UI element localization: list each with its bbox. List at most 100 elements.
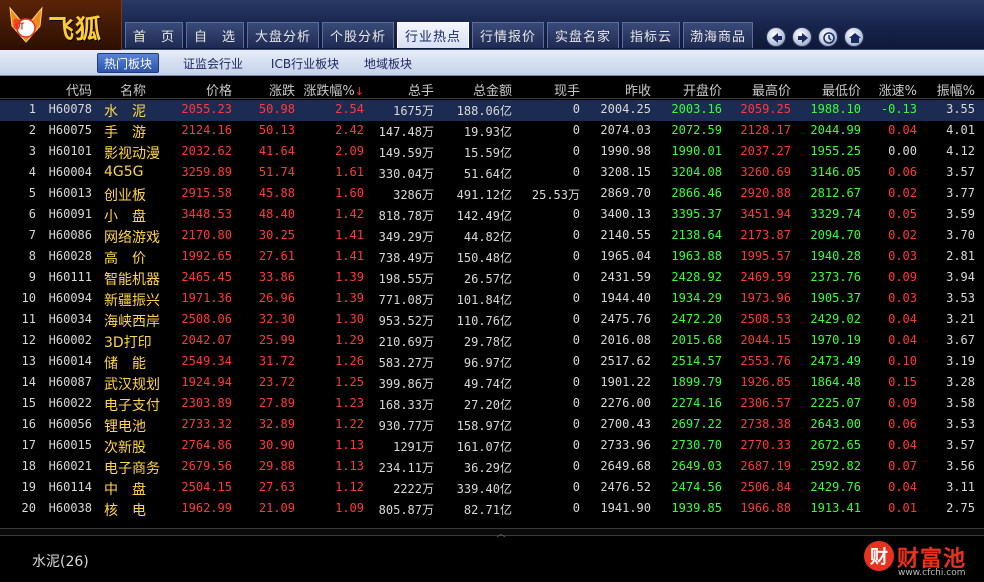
- column-header[interactable]: 涨速%: [879, 80, 917, 99]
- detail-panel: 水泥(26) 财 财富池 www.cfchi.com: [0, 537, 984, 582]
- cell-high: 2770.33: [740, 438, 791, 452]
- table-row[interactable]: 7 H60086 网络游戏 2170.80 30.25 1.41 349.29万 44.82亿…: [0, 226, 984, 247]
- nav-tab[interactable]: 首 页: [125, 22, 183, 48]
- cell-price: 2549.34: [181, 354, 232, 368]
- cell-cur: 0: [572, 312, 580, 326]
- column-header[interactable]: 昨收: [625, 80, 651, 99]
- column-header[interactable]: 代码: [66, 80, 92, 99]
- cell-amt: 15.59亿: [463, 146, 512, 160]
- table-row[interactable]: 17 H60015 次新股 2764.86 30.90 1.13 1291万 161.07亿 0…: [0, 436, 984, 457]
- column-header[interactable]: 名称: [120, 80, 146, 99]
- sub-tab[interactable]: 证监会行业: [174, 53, 252, 73]
- cell-price: 2504.15: [181, 480, 232, 494]
- cell-code: H60111: [48, 270, 92, 284]
- cell-pct: 1.25: [335, 375, 364, 389]
- table-row[interactable]: 5 H60013 创业板 2915.58 45.88 1.60 3286万 491.12亿 25…: [0, 184, 984, 205]
- nav-tab[interactable]: 实盘名家: [547, 22, 619, 48]
- cell-name: 影视动漫: [104, 146, 160, 162]
- cell-name: 网络游戏: [104, 230, 160, 246]
- table-row[interactable]: 4 H60004 4G5G 3259.89 51.74 1.61 330.04万 51.64亿…: [0, 163, 984, 184]
- column-header[interactable]: 总手: [408, 80, 434, 99]
- cell-chg: 51.74: [258, 165, 295, 179]
- cell-vol: 330.04万: [378, 167, 434, 181]
- cell-amt: 110.76亿: [456, 314, 512, 328]
- nav-tab[interactable]: 行情报价: [472, 22, 544, 48]
- table-row[interactable]: 10 H60094 新疆振兴 1971.36 26.96 1.39 771.08万 101.8…: [0, 289, 984, 310]
- nav-tab[interactable]: 指标云: [622, 22, 680, 48]
- table-row[interactable]: 15 H60022 电子支付 2303.89 27.89 1.23 168.33万 27.20…: [0, 394, 984, 415]
- cell-pct: 1.13: [335, 438, 364, 452]
- row-index: 4: [28, 165, 36, 179]
- cell-prev: 3400.13: [600, 207, 651, 221]
- cell-code: H60114: [48, 480, 92, 494]
- sub-tab[interactable]: 热门板块: [97, 53, 159, 73]
- table-row[interactable]: 11 H60034 海峡西岸 2508.06 32.30 1.30 953.52万 110.7…: [0, 310, 984, 331]
- cell-cur: 0: [572, 291, 580, 305]
- table-row[interactable]: 20 H60038 核 电 1962.99 21.09 1.09 805.87万 82.71亿…: [0, 499, 984, 520]
- cell-low: 1864.48: [810, 375, 861, 389]
- cell-amp: 2.75: [946, 501, 975, 515]
- column-header[interactable]: 涨跌幅%↓: [303, 80, 364, 99]
- column-header[interactable]: 最低价: [822, 80, 861, 99]
- cell-cur: 0: [572, 354, 580, 368]
- nav-tab[interactable]: 个股分析: [322, 22, 394, 48]
- table-row[interactable]: 8 H60028 高 价 1992.65 27.61 1.41 738.49万 150.48亿…: [0, 247, 984, 268]
- column-header[interactable]: 最高价: [752, 80, 791, 99]
- cell-high: 2469.59: [740, 270, 791, 284]
- cell-code: H60086: [48, 228, 92, 242]
- sub-tab[interactable]: 地域板块: [356, 53, 420, 73]
- cell-open: 2015.68: [671, 333, 722, 347]
- cell-speed: 0.06: [888, 417, 917, 431]
- panel-splitter[interactable]: ︿: [0, 528, 984, 540]
- cell-speed: 0.09: [888, 270, 917, 284]
- column-header[interactable]: 价格: [206, 80, 232, 99]
- table-row[interactable]: 9 H60111 智能机器 2465.45 33.86 1.39 198.55万 26.57亿…: [0, 268, 984, 289]
- column-header[interactable]: 振幅%: [937, 80, 975, 99]
- cell-cur: 0: [572, 459, 580, 473]
- cell-chg: 27.89: [258, 396, 295, 410]
- row-index: 19: [21, 480, 36, 494]
- cell-open: 3204.08: [671, 165, 722, 179]
- column-header[interactable]: 现手: [554, 80, 580, 99]
- cell-high: 3260.69: [740, 165, 791, 179]
- cell-high: 2506.84: [740, 480, 791, 494]
- table-row[interactable]: 16 H60056 锂电池 2733.32 32.89 1.22 930.77万 158.97…: [0, 415, 984, 436]
- column-header[interactable]: 涨跌: [269, 80, 295, 99]
- cell-chg: 21.09: [258, 501, 295, 515]
- row-index: 1: [28, 102, 36, 116]
- column-header[interactable]: 开盘价: [683, 80, 722, 99]
- sub-tab[interactable]: ICB行业板块: [262, 53, 348, 73]
- forward-button[interactable]: [792, 27, 812, 47]
- table-row[interactable]: 2 H60075 手 游 2124.16 50.13 2.42 147.48万 19.93亿 0…: [0, 121, 984, 142]
- back-button[interactable]: [766, 27, 786, 47]
- cell-amp: 3.57: [946, 165, 975, 179]
- history-button[interactable]: [818, 27, 838, 47]
- cell-amt: 339.40亿: [456, 482, 512, 496]
- table-row[interactable]: 3 H60101 影视动漫 2032.62 41.64 2.09 149.59万 15.59亿…: [0, 142, 984, 163]
- cell-low: 3146.05: [810, 165, 861, 179]
- table-row[interactable]: 14 H60087 武汉规划 1924.94 23.72 1.25 399.86万 49.74…: [0, 373, 984, 394]
- cell-code: H60056: [48, 417, 92, 431]
- cell-amp: 3.53: [946, 417, 975, 431]
- column-header[interactable]: 总金额: [473, 80, 512, 99]
- nav-tab[interactable]: 自 选: [186, 22, 244, 48]
- cell-prev: 2733.96: [600, 438, 651, 452]
- table-row[interactable]: 18 H60021 电子商务 2679.56 29.88 1.13 234.11万 36.29…: [0, 457, 984, 478]
- cell-open: 2274.16: [671, 396, 722, 410]
- cell-prev: 2016.08: [600, 333, 651, 347]
- cell-cur: 0: [572, 438, 580, 452]
- cell-open: 2428.92: [671, 270, 722, 284]
- nav-tab[interactable]: 行业热点: [397, 22, 469, 48]
- nav-tab[interactable]: 渤海商品: [683, 22, 753, 48]
- cell-pct: 1.09: [335, 501, 364, 515]
- nav-tab[interactable]: 大盘分析: [247, 22, 319, 48]
- home-button[interactable]: [844, 27, 864, 47]
- table-row[interactable]: 12 H60002 3D打印 2042.07 25.99 1.29 210.69万 29.78…: [0, 331, 984, 352]
- table-row[interactable]: 6 H60091 小 盘 3448.53 48.40 1.42 818.78万 142.49亿…: [0, 205, 984, 226]
- cell-high: 2059.25: [740, 102, 791, 116]
- table-row[interactable]: 1 H60078 水 泥 2055.23 50.98 2.54 1675万 188.06亿 0 2…: [0, 100, 984, 121]
- table-row[interactable]: 13 H60014 储 能 2549.34 31.72 1.26 583.27万 96.97亿…: [0, 352, 984, 373]
- cell-open: 1990.01: [671, 144, 722, 158]
- row-index: 17: [21, 438, 36, 452]
- table-row[interactable]: 19 H60114 中 盘 2504.15 27.63 1.12 2222万 339.40亿 0…: [0, 478, 984, 499]
